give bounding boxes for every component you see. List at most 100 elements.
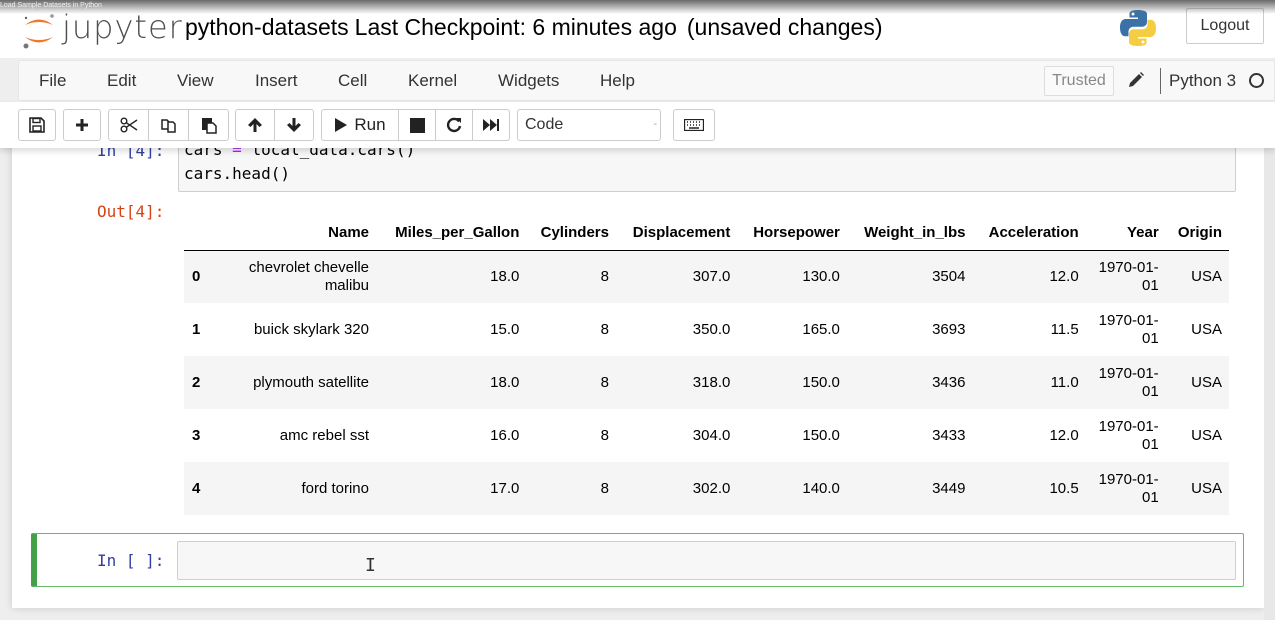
select-caret-icon: - [653, 119, 657, 130]
keyboard-icon [684, 119, 704, 131]
cell-year-line: 1970-01- [1098, 364, 1159, 382]
cell-name: amc rebel sst [234, 409, 376, 462]
interrupt-button[interactable] [398, 109, 436, 141]
toolbar-group-shortcuts [673, 109, 715, 141]
column-header: Year [1085, 216, 1166, 251]
kernel-name[interactable]: Python 3 [1169, 71, 1236, 91]
copy-button[interactable] [148, 109, 189, 141]
menu-help[interactable]: Help [600, 71, 635, 91]
cell-weight: 3449 [846, 462, 973, 515]
cell-year-line: 01 [1141, 276, 1159, 294]
toolbar-group-clipboard [108, 109, 229, 141]
table-row: 1 buick skylark 320 15.0 8 350.0 165.0 3693 11.… [184, 303, 1229, 356]
plus-icon [76, 119, 88, 131]
cell-displacement: 302.0 [615, 462, 738, 515]
fast-forward-icon [483, 119, 499, 131]
text-cursor-icon: I [365, 555, 376, 576]
row-index: 2 [184, 356, 234, 409]
kernel-idle-icon [1249, 73, 1264, 88]
cut-button[interactable] [108, 109, 149, 141]
toolbar-group-insert [63, 109, 101, 141]
jupyter-logo[interactable]: jupyter [22, 8, 182, 50]
cell-cylinders: 8 [526, 409, 616, 462]
cell-horsepower: 165.0 [737, 303, 847, 356]
menu-cell[interactable]: Cell [338, 71, 367, 91]
cell-year-line: 01 [1141, 329, 1159, 347]
run-all-button[interactable] [472, 109, 510, 141]
copy-icon [160, 119, 176, 133]
column-header: Origin [1165, 216, 1229, 251]
cell-origin: USA [1165, 462, 1229, 515]
save-button[interactable] [18, 109, 56, 141]
move-down-button[interactable] [274, 109, 314, 141]
menu-view[interactable]: View [177, 71, 214, 91]
toolbar-group-move [235, 109, 314, 141]
table-row: 0 chevrolet chevelle malibu 18.0 8 307.0 130.0… [184, 250, 1229, 303]
menu-kernel[interactable]: Kernel [408, 71, 457, 91]
dataframe-table: Name Miles_per_Gallon Cylinders Displace… [184, 216, 1229, 515]
cell-year-line: 1970-01- [1098, 470, 1159, 488]
toolbar-group-run: Run [321, 109, 510, 141]
cell-mpg: 18.0 [376, 250, 527, 303]
cell-year-line: 1970-01- [1098, 311, 1159, 329]
cell-year-line: 01 [1141, 488, 1159, 506]
cell-displacement: 318.0 [615, 356, 738, 409]
cell-mpg: 16.0 [376, 409, 527, 462]
row-index: 3 [184, 409, 234, 462]
cell-type-select[interactable]: Code - [517, 109, 661, 141]
cell-name-line: chevrolet chevelle [248, 258, 369, 276]
arrow-down-icon [287, 118, 301, 132]
python-logo-icon [1120, 10, 1156, 46]
cell-year-line: 01 [1141, 435, 1159, 453]
code-cell-input-empty[interactable] [177, 541, 1236, 580]
cell-cylinders: 8 [526, 462, 616, 515]
run-icon [335, 118, 348, 132]
menu-file[interactable]: File [39, 71, 66, 91]
menu-insert[interactable]: Insert [255, 71, 298, 91]
cell-acceleration: 12.0 [972, 409, 1086, 462]
table-row: 2 plymouth satellite 18.0 8 318.0 150.0 3436 11… [184, 356, 1229, 409]
column-header: Displacement [615, 216, 738, 251]
menu-edit[interactable]: Edit [107, 71, 136, 91]
cell-origin: USA [1165, 409, 1229, 462]
column-header: Name [234, 216, 376, 251]
run-button[interactable]: Run [321, 109, 399, 141]
menu-widgets[interactable]: Widgets [498, 71, 559, 91]
cell-weight: 3693 [846, 303, 973, 356]
out-prompt: Out[4]: [97, 202, 165, 221]
pencil-icon[interactable] [1127, 71, 1145, 89]
cell-acceleration: 12.0 [972, 250, 1086, 303]
row-index: 0 [184, 250, 234, 303]
cell-name-line: malibu [324, 276, 369, 294]
column-header: Horsepower [737, 216, 847, 251]
move-up-button[interactable] [235, 109, 275, 141]
scrollbar-track[interactable] [1264, 148, 1275, 620]
cell-weight: 3504 [846, 250, 973, 303]
trusted-indicator[interactable]: Trusted [1044, 66, 1114, 96]
column-header: Cylinders [526, 216, 616, 251]
arrow-up-icon [248, 118, 262, 132]
table-row: 3 amc rebel sst 16.0 8 304.0 150.0 3433 12.0 197… [184, 409, 1229, 462]
cell-origin: USA [1165, 250, 1229, 303]
toolbar: Run Code - [0, 102, 1275, 148]
cell-origin: USA [1165, 356, 1229, 409]
command-palette-button[interactable] [673, 109, 715, 141]
column-header-index [184, 216, 234, 251]
cell-name-line: ford torino [301, 479, 369, 497]
cell-weight: 3433 [846, 409, 973, 462]
cell-displacement: 304.0 [615, 409, 738, 462]
column-header: Acceleration [972, 216, 1086, 251]
kernel-separator [1160, 68, 1161, 94]
cell-year: 1970-01- 01 [1085, 462, 1166, 515]
notebook-name[interactable]: python-datasets [185, 14, 349, 40]
cell-mpg: 17.0 [376, 462, 527, 515]
insert-cell-button[interactable] [63, 109, 101, 141]
cell-name: chevrolet chevelle malibu [234, 250, 376, 303]
restart-button[interactable] [435, 109, 473, 141]
paste-button[interactable] [188, 109, 229, 141]
cell-acceleration: 10.5 [972, 462, 1086, 515]
cell-year: 1970-01- 01 [1085, 409, 1166, 462]
cell-horsepower: 150.0 [737, 409, 847, 462]
notebook-title-bar: python-datasets Last Checkpoint: 6 minute… [185, 14, 883, 41]
checkpoint-status: Last Checkpoint: 6 minutes ago [354, 14, 677, 40]
